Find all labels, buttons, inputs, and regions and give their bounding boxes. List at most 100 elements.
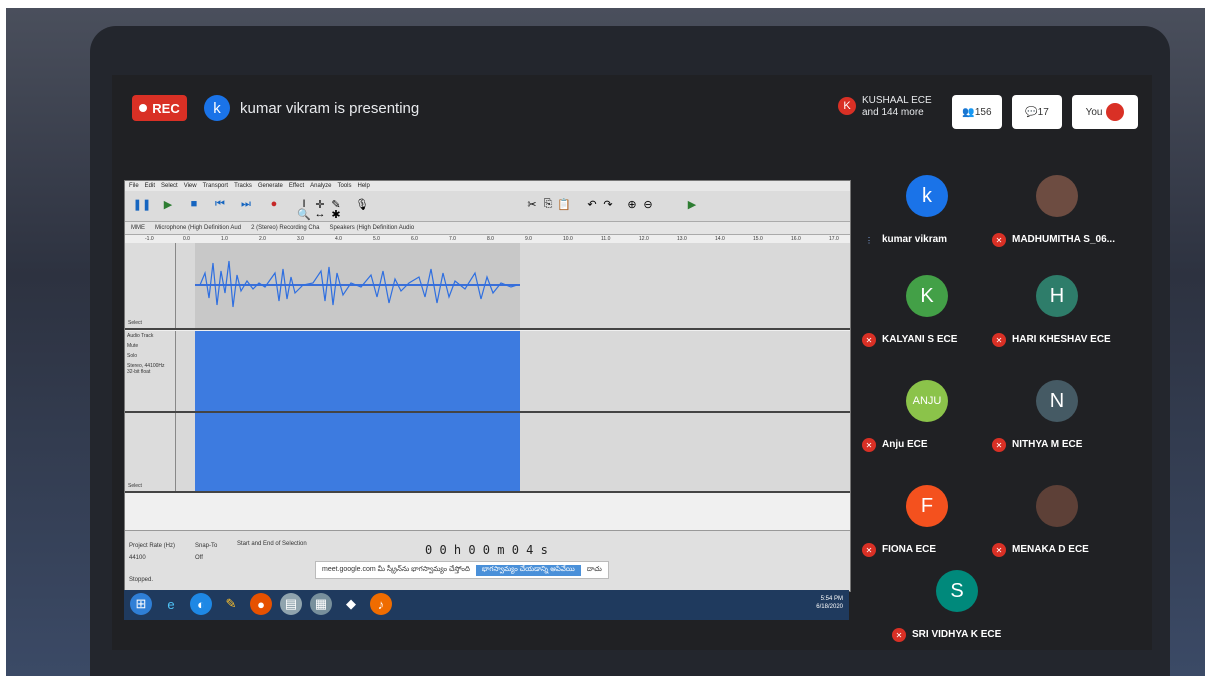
select-button[interactable]: Select xyxy=(128,483,142,489)
participant-tile[interactable]: F ✕ FIONA ECE xyxy=(862,485,1002,575)
pause-icon[interactable]: ❚❚ xyxy=(133,197,151,211)
other-name: KUSHAAL ECE xyxy=(862,95,932,106)
ruler-tick-label: 17.0 xyxy=(829,236,839,242)
waveform-area[interactable] xyxy=(195,243,850,328)
people-icon: 👥 xyxy=(962,106,975,118)
chat-button[interactable]: 💬 17 xyxy=(1012,95,1062,129)
selection-label[interactable]: Start and End of Selection xyxy=(237,541,307,547)
meet-topbar: REC k kumar vikram is presenting K KUSHA… xyxy=(112,75,1152,135)
participant-tile[interactable]: k ⋮ kumar vikram xyxy=(862,175,1002,265)
participant-name: SRI VIDHYA K ECE xyxy=(912,629,1002,640)
track-name[interactable]: Audio Track xyxy=(125,331,175,341)
waveform-area[interactable] xyxy=(195,413,850,491)
menu-effect[interactable]: Effect xyxy=(289,183,304,189)
cut-icon[interactable]: ✂ xyxy=(525,197,539,211)
start-icon[interactable]: ⊞ xyxy=(130,593,152,615)
menu-tools[interactable]: Tools xyxy=(337,183,351,189)
people-button[interactable]: 👥 156 xyxy=(952,95,1002,129)
menu-select[interactable]: Select xyxy=(161,183,178,189)
ruler-tick-label: 13.0 xyxy=(677,236,687,242)
selection-toolbar: Project Rate (Hz) 44100 Snap-To Off Star… xyxy=(125,530,850,591)
snap-label: Snap-To xyxy=(195,543,218,549)
rec-label: REC xyxy=(152,100,180,116)
audio-clip xyxy=(195,243,520,328)
redo-icon[interactable]: ↷ xyxy=(601,197,615,211)
participant-avatar: H xyxy=(1036,275,1078,317)
timeshift-tool-icon[interactable]: ↔ xyxy=(313,207,327,221)
edge-icon[interactable]: ◐ xyxy=(190,593,212,615)
clock-date: 6/18/2020 xyxy=(816,604,843,610)
skip-start-icon[interactable]: ⏮ xyxy=(213,197,227,211)
undo-icon[interactable]: ↶ xyxy=(585,197,599,211)
ruler-tick-label: 9.0 xyxy=(525,236,532,242)
menu-analyze[interactable]: Analyze xyxy=(310,183,331,189)
mic-muted-icon: ✕ xyxy=(992,333,1006,347)
waveform-area[interactable] xyxy=(195,331,850,411)
multi-tool-icon[interactable]: ✱ xyxy=(329,207,343,221)
participant-avatar: K xyxy=(906,275,948,317)
chat-icon: 💬 xyxy=(1025,106,1038,118)
shared-screen: File Edit Select View Transport Tracks G… xyxy=(124,180,851,592)
menu-view[interactable]: View xyxy=(184,183,197,189)
mic-muted-icon: ✕ xyxy=(862,438,876,452)
participant-avatar: N xyxy=(1036,380,1078,422)
track-control-panel: Audio Track Mute Solo Stereo, 44100Hz 32… xyxy=(125,331,176,411)
app-icon[interactable]: ◆ xyxy=(340,593,362,615)
presenter-avatar: k xyxy=(204,95,230,121)
menu-tracks[interactable]: Tracks xyxy=(234,183,252,189)
people-count: 156 xyxy=(974,106,992,118)
menu-file[interactable]: File xyxy=(129,183,139,189)
audacity-taskbar-icon[interactable]: ♪ xyxy=(370,593,392,615)
ruler-tick-label: 15.0 xyxy=(753,236,763,242)
you-button[interactable]: You xyxy=(1072,95,1138,129)
record-icon[interactable]: ● xyxy=(267,197,281,211)
select-button[interactable]: Select xyxy=(128,320,142,326)
play-icon[interactable]: ▶ xyxy=(161,197,175,211)
solo-button[interactable]: Solo xyxy=(125,351,175,361)
speaker-device-select[interactable]: Speakers (High Definition Audio xyxy=(329,225,414,231)
mute-button[interactable]: Mute xyxy=(125,341,175,351)
taskbar-clock: 5:54 PM 6/18/2020 xyxy=(816,595,843,611)
project-rate-select[interactable]: 44100 xyxy=(129,555,146,561)
participant-tile[interactable]: ANJU ✕ Anju ECE xyxy=(862,380,1002,470)
skip-end-icon[interactable]: ⏭ xyxy=(239,197,253,211)
mic-device-select[interactable]: Microphone (High Definition Aud xyxy=(155,225,241,231)
pen-icon[interactable]: ✎ xyxy=(220,593,242,615)
media-icon[interactable]: ● xyxy=(250,593,272,615)
zoom-in-icon[interactable]: ⊕ xyxy=(625,197,639,211)
waveform-track-1: Select xyxy=(125,243,850,330)
audio-track-right: Select xyxy=(125,413,850,493)
mic-muted-icon: ✕ xyxy=(992,438,1006,452)
stop-icon[interactable]: ■ xyxy=(187,197,201,211)
participant-tile[interactable]: N ✕ NITHYA M ECE xyxy=(992,380,1132,470)
presenting-text: kumar vikram is presenting xyxy=(240,100,420,117)
participant-tile[interactable]: H ✕ HARI KHESHAV ECE xyxy=(992,275,1132,365)
menu-edit[interactable]: Edit xyxy=(145,183,155,189)
channels-select[interactable]: 2 (Stereo) Recording Cha xyxy=(251,225,319,231)
internet-explorer-icon[interactable]: e xyxy=(160,593,182,615)
zoom-out-icon[interactable]: ⊖ xyxy=(641,197,655,211)
host-select[interactable]: MME xyxy=(131,225,145,231)
participant-tile[interactable]: ✕ MADHUMITHA S_06... xyxy=(992,175,1132,265)
zoom-tool-icon[interactable]: 🔍 xyxy=(297,207,311,221)
hide-button[interactable]: దాచు xyxy=(587,566,602,575)
menu-help[interactable]: Help xyxy=(357,183,369,189)
project-rate-label: Project Rate (Hz) xyxy=(129,543,176,549)
folder-icon[interactable]: ▤ xyxy=(280,593,302,615)
record-dot-icon xyxy=(139,104,148,112)
paste-icon[interactable]: 📋 xyxy=(557,197,571,211)
participant-tile[interactable]: K ✕ KALYANI S ECE xyxy=(862,275,1002,365)
menu-transport[interactable]: Transport xyxy=(203,183,228,189)
snap-select[interactable]: Off xyxy=(195,555,203,561)
stop-sharing-button[interactable]: భాగస్వామ్యం చేయడాన్ని ఆపివేయి xyxy=(475,564,581,576)
play-at-speed-icon[interactable]: ▶ xyxy=(685,197,699,211)
participant-avatar xyxy=(1036,485,1078,527)
participant-tile[interactable]: S ✕ SRI VIDHYA K ECE xyxy=(892,570,1032,650)
share-notification-text: meet.google.com మీ స్క్రీన్‌ను భాగస్వామ్… xyxy=(322,565,470,573)
menu-generate[interactable]: Generate xyxy=(258,183,283,189)
window-icon[interactable]: ▦ xyxy=(310,593,332,615)
copy-icon[interactable]: ⎘ xyxy=(541,197,555,211)
participant-name: KALYANI S ECE xyxy=(882,334,958,345)
mic-meter-icon[interactable]: 🎙 xyxy=(355,197,369,211)
participant-tile[interactable]: ✕ MENAKA D ECE xyxy=(992,485,1132,575)
